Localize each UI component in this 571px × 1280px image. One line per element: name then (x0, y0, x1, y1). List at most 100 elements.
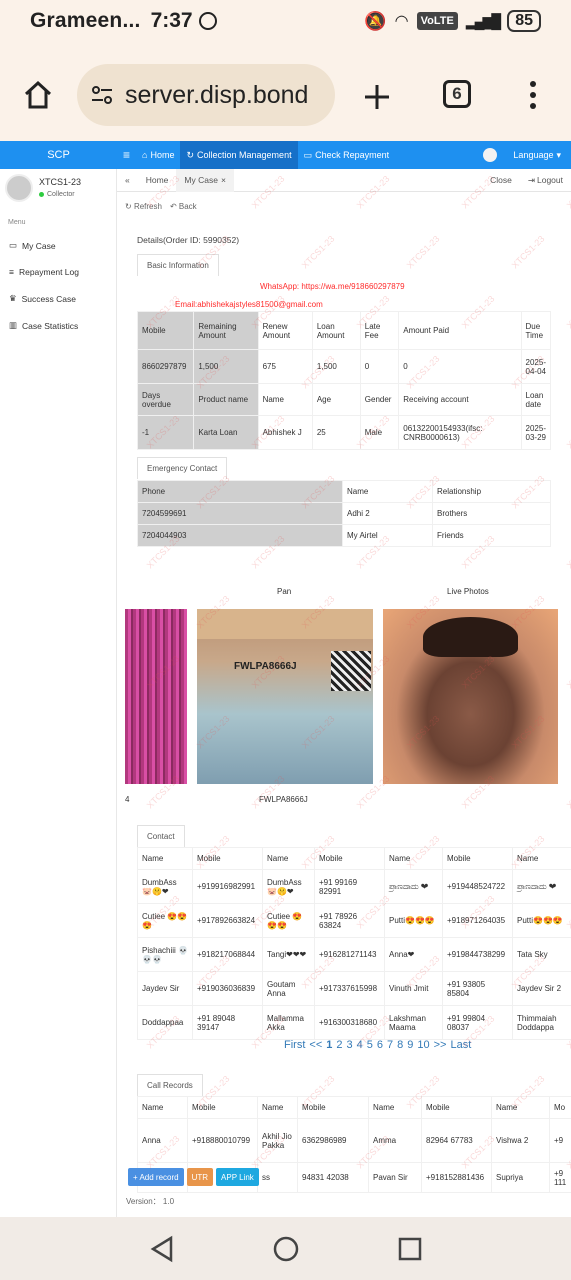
table-cell: 06132200154933(ifsc: CNRB0000613) (398, 415, 522, 450)
tab-my-case[interactable]: My Case × (176, 168, 234, 192)
table-header: Mobile (297, 1096, 369, 1119)
table-cell: Akhil Jio Pakka (257, 1118, 298, 1163)
table-cell: DumbAss 🐷🤫❤ (137, 869, 193, 904)
back-icon[interactable] (149, 1235, 175, 1263)
kebab-icon[interactable] (527, 80, 539, 110)
table-row: Cutiee 😍😍😍 +917892663824 Cutiee 😍😍😍 +91 789… (137, 903, 571, 938)
tab-my-case-label: My Case (184, 175, 218, 185)
plus-icon[interactable] (362, 82, 392, 112)
document-photo-left[interactable] (125, 609, 187, 784)
sidebar-item-my-case[interactable]: ▭ My Case (0, 232, 116, 259)
tab-switcher-button[interactable]: 6 (443, 80, 471, 108)
pager-next[interactable]: >> (434, 1039, 447, 1051)
user-role: Collector (39, 191, 81, 198)
language-dropdown[interactable]: Language (513, 150, 553, 160)
logout-button[interactable]: ⇥ Logout (520, 169, 571, 192)
table-cell: -1 (136, 415, 195, 450)
recents-icon[interactable] (397, 1236, 423, 1262)
table-cell: Tata Sky (512, 937, 571, 972)
table-cell: Brothers (432, 502, 551, 525)
utr-button[interactable]: UTR (186, 1168, 214, 1186)
table-cell: ss (257, 1162, 298, 1193)
table-row: DumbAss 🐷🤫❤ +919916982991 DumbAss 🐷🤫❤ +91 9… (137, 869, 571, 904)
nav-check-repayment[interactable]: ▭ Check Repayment (298, 141, 396, 169)
table-cell: 2025-04-04 (520, 349, 552, 384)
watermark-text: XTCS1-23 (565, 654, 571, 691)
table-header: Name (368, 1096, 422, 1119)
close-tabs-button[interactable]: Close (482, 169, 520, 192)
pager-page[interactable]: 4 (357, 1039, 363, 1051)
pager-prev[interactable]: << (309, 1039, 322, 1051)
app-link-button[interactable]: APP Link (216, 1168, 259, 1186)
live-selfie-photo[interactable] (383, 609, 558, 784)
hair (423, 617, 518, 657)
sidebar-item-success-case[interactable]: ♛ Success Case (0, 285, 116, 312)
sidebar-item-repayment-log[interactable]: ≡ Repayment Log (0, 259, 116, 285)
pager-last[interactable]: Last (450, 1039, 471, 1051)
pan-card-number: FWLPA8666J (234, 661, 297, 672)
table-header: Renew Amount (257, 311, 313, 350)
table-row: Doddappaa +91 89048 39147 Mallamma Akka +91… (137, 1005, 571, 1040)
table-cell: 82964 67783 (421, 1118, 492, 1163)
sidebar-item-case-statistics[interactable]: ▥ Case Statistics (0, 312, 116, 339)
nav-home[interactable]: ⌂ Home (136, 141, 180, 169)
site-settings-icon[interactable] (89, 82, 115, 108)
pager-page[interactable]: 9 (407, 1039, 413, 1051)
pager-page[interactable]: 6 (377, 1039, 383, 1051)
refresh-button[interactable]: ↻ Refresh (125, 202, 162, 211)
email-text: Email:abhishekajstyles81500@gmail.com (175, 300, 323, 309)
table-cell: +91 99169 82991 (314, 869, 385, 904)
table-cell: Supriya (491, 1162, 550, 1193)
table-cell: +918880010799 (187, 1118, 258, 1163)
table-header: Name (137, 847, 193, 870)
table-cell: +919844738299 (442, 937, 513, 972)
home-circle-icon[interactable] (272, 1235, 300, 1263)
basic-info-table: Mobile Remaining Amount Renew Amount Loa… (136, 311, 552, 450)
home-icon[interactable] (22, 79, 54, 111)
pager-page[interactable]: 7 (387, 1039, 393, 1051)
table-cell: +919036036839 (192, 971, 263, 1006)
sidebar: XTCS1-23 Collector Menu ▭ My Case ≡ Repaym… (0, 169, 117, 1217)
close-icon[interactable]: × (221, 175, 226, 185)
table-cell: +9 (549, 1118, 571, 1163)
table-header: Mobile (192, 847, 263, 870)
table-cell: 25 (311, 415, 361, 450)
version-label: Version： 1.0 (126, 1197, 175, 1206)
details-title: Details(Order ID: 5990352) (137, 235, 240, 245)
table-cell: 8660297879 (136, 349, 195, 384)
tab-strip: « Home My Case × Close ⇥ Logout (117, 168, 571, 192)
pan-number-caption: FWLPA8666J (259, 795, 308, 804)
watermark-text: XTCS1-23 (565, 294, 571, 331)
logout-label: Logout (537, 175, 563, 185)
menu-heading: Menu (8, 219, 26, 226)
table-cell: Tangi❤❤❤ (262, 937, 315, 972)
table-header: Mobile (442, 847, 513, 870)
whatsapp-link[interactable]: WhatsApp: https://wa.me/918660297879 (260, 282, 405, 291)
tab-scroll-left[interactable]: « (117, 169, 138, 192)
table-header: Receiving account (398, 383, 522, 416)
table-cell: 0 (359, 349, 400, 384)
pager-first[interactable]: First (284, 1039, 305, 1051)
table-cell: Vishwa 2 (491, 1118, 550, 1163)
nav-collection-management[interactable]: ↻ Collection Management (180, 141, 298, 169)
main-content: « Home My Case × Close ⇥ Logout ↻ Refresh … (117, 168, 571, 1217)
pager-page[interactable]: 2 (336, 1039, 342, 1051)
live-photos-label: Live Photos (447, 587, 489, 596)
back-button[interactable]: ↶ Back (170, 202, 197, 211)
pan-card-photo[interactable]: FWLPA8666J (197, 609, 373, 784)
pager-page[interactable]: 8 (397, 1039, 403, 1051)
table-header: Loan date (520, 383, 552, 416)
pager-page[interactable]: 10 (417, 1039, 429, 1051)
url-bar[interactable]: server.disp.bond (77, 64, 335, 126)
pan-label: Pan (277, 587, 292, 596)
watermark-text: XTCS1-23 (300, 234, 337, 271)
table-row: Days overdue Product name Name Age Gende… (136, 383, 552, 416)
pager-page[interactable]: 5 (367, 1039, 373, 1051)
hamburger-icon[interactable]: ≡ (117, 141, 136, 169)
table-cell: +917892663824 (192, 903, 263, 938)
pager-page[interactable]: 3 (347, 1039, 353, 1051)
pager-page[interactable]: 1 (326, 1039, 332, 1051)
tab-home[interactable]: Home (138, 169, 177, 192)
theme-toggle[interactable] (483, 148, 498, 162)
add-record-button[interactable]: + Add record (128, 1168, 184, 1186)
